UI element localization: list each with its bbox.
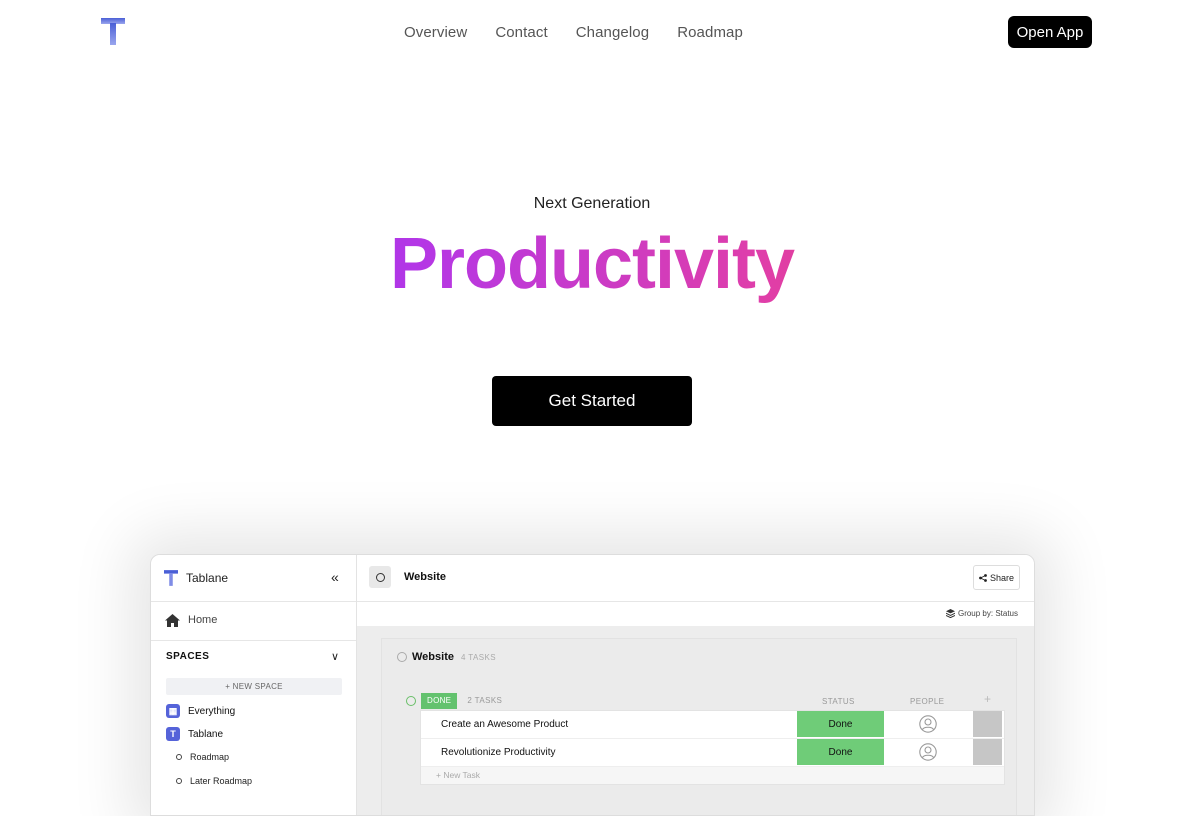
sidebar-item-tablane[interactable]: T Tablane <box>166 727 223 741</box>
preview-main: Website Share Group by: Status Website 4… <box>357 555 1034 815</box>
status-group-header: DONE 2 TASKS <box>406 692 502 709</box>
collapse-list-icon[interactable] <box>397 652 407 662</box>
extra-cell[interactable] <box>973 739 1002 765</box>
column-header-status[interactable]: STATUS <box>822 697 855 706</box>
sidebar-subitem-label: Later Roadmap <box>190 776 253 786</box>
collapse-group-icon[interactable] <box>406 695 416 706</box>
share-icon <box>979 573 987 582</box>
open-app-button[interactable]: Open App <box>1008 16 1092 48</box>
layers-icon <box>945 609 955 618</box>
sidebar-subitem-label: Roadmap <box>190 752 230 762</box>
nav-link-roadmap[interactable]: Roadmap <box>677 24 743 41</box>
column-header-people[interactable]: PEOPLE <box>910 697 944 706</box>
new-task-button[interactable]: + New Task <box>436 770 480 780</box>
list-task-count: 4 TASKS <box>460 652 496 662</box>
app-preview: Tablane « Home SPACES ∨ + NEW SPACE ▦ Ev… <box>150 554 1035 816</box>
preview-sidebar: Tablane « Home SPACES ∨ + NEW SPACE ▦ Ev… <box>151 555 357 815</box>
list-header[interactable]: Website 4 TASKS <box>397 651 496 663</box>
main-nav: Overview Contact Changelog Roadmap <box>404 24 743 41</box>
nav-link-changelog[interactable]: Changelog <box>576 24 649 41</box>
sidebar-item-label: Everything <box>188 705 236 717</box>
page-title: Website <box>404 571 446 583</box>
tablane-logo-icon <box>164 570 178 586</box>
new-task-row[interactable]: + New Task <box>421 767 1004 784</box>
status-badge: DONE <box>421 692 458 709</box>
list-status-icon[interactable] <box>369 566 391 588</box>
sidebar-item-everything[interactable]: ▦ Everything <box>166 704 235 718</box>
get-started-button[interactable]: Get Started <box>492 376 692 426</box>
sidebar-item-label: Tablane <box>188 728 224 740</box>
tablane-logo-icon[interactable] <box>101 18 125 45</box>
sidebar-app-name: Tablane <box>186 571 229 585</box>
collapse-sidebar-icon[interactable]: « <box>331 569 339 585</box>
grid-icon: ▦ <box>166 704 180 718</box>
hero-subtitle: Next Generation <box>533 195 651 212</box>
bullet-icon <box>176 778 182 784</box>
nav-link-contact[interactable]: Contact <box>495 24 547 41</box>
list-title: Website <box>412 651 454 663</box>
task-status-cell[interactable]: Done <box>797 739 884 765</box>
task-table: Create an Awesome Product Done Revolutio… <box>420 710 1005 785</box>
add-column-button[interactable]: + <box>984 692 991 706</box>
sidebar-item-label: Home <box>188 614 218 626</box>
space-letter-icon: T <box>166 727 180 741</box>
list-card: Website 4 TASKS DONE 2 TASKS STATUS PEOP… <box>381 638 1017 815</box>
board-canvas: Website 4 TASKS DONE 2 TASKS STATUS PEOP… <box>357 626 1034 815</box>
task-status-cell[interactable]: Done <box>797 711 884 737</box>
task-name[interactable]: Revolutionize Productivity <box>441 747 556 758</box>
group-by-control[interactable]: Group by: Status <box>945 609 1018 618</box>
extra-cell[interactable] <box>973 711 1002 737</box>
sidebar-item-home[interactable]: Home <box>151 602 356 641</box>
share-label: Share <box>989 572 1015 583</box>
sidebar-subitem-later-roadmap[interactable]: Later Roadmap <box>176 776 252 786</box>
task-name[interactable]: Create an Awesome Product <box>441 719 568 730</box>
main-header: Website Share <box>357 555 1034 602</box>
sidebar-subitem-roadmap[interactable]: Roadmap <box>176 752 229 762</box>
new-space-button[interactable]: + NEW SPACE <box>166 678 342 695</box>
chevron-down-icon[interactable]: ∨ <box>331 650 339 663</box>
user-avatar-icon[interactable] <box>919 743 937 761</box>
bullet-icon <box>176 754 182 760</box>
group-by-label: Group by: Status <box>957 609 1018 618</box>
sidebar-header: Tablane « <box>151 555 356 602</box>
hero-title: Productivity <box>0 224 1184 304</box>
share-button[interactable]: Share <box>973 565 1020 590</box>
group-task-count: 2 TASKS <box>467 696 503 705</box>
table-row[interactable]: Revolutionize Productivity Done <box>421 739 1004 767</box>
user-avatar-icon[interactable] <box>919 715 937 733</box>
nav-link-overview[interactable]: Overview <box>404 24 467 41</box>
home-icon <box>165 614 180 627</box>
table-row[interactable]: Create an Awesome Product Done <box>421 711 1004 739</box>
spaces-heading: SPACES <box>166 651 210 662</box>
